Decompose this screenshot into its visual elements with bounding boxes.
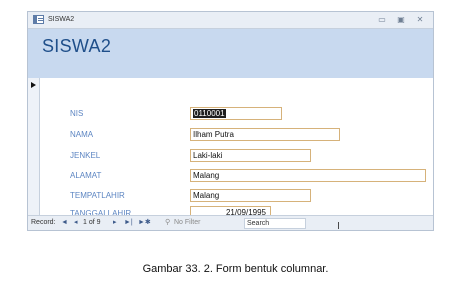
figure-caption: Gambar 33. 2. Form bentuk columnar. bbox=[142, 263, 329, 275]
form-header: SISWA2 bbox=[28, 29, 433, 78]
record-label: Record: bbox=[31, 219, 56, 226]
nama-field[interactable]: Ilham Putra bbox=[190, 128, 340, 141]
previous-record-button[interactable]: ◂ bbox=[74, 216, 78, 230]
jenkel-field[interactable]: Laki-laki bbox=[190, 149, 311, 162]
restore-icon[interactable]: ▣ bbox=[394, 14, 408, 25]
field-label-jenkel: JENKEL bbox=[70, 151, 101, 160]
no-filter-button[interactable]: No Filter bbox=[174, 216, 200, 230]
current-record-arrow-icon bbox=[31, 82, 36, 88]
window-titlebar[interactable]: SISWA2 ▭ ▣ ✕ bbox=[28, 12, 433, 29]
field-label-alamat: ALAMAT bbox=[70, 171, 102, 180]
record-position-input[interactable]: 1 of 9 bbox=[83, 216, 101, 230]
close-icon[interactable]: ✕ bbox=[413, 14, 427, 25]
window-title: SISWA2 bbox=[48, 16, 75, 23]
text-cursor-icon: Ⅰ bbox=[337, 221, 340, 232]
record-selector[interactable] bbox=[28, 78, 40, 215]
minimize-icon[interactable]: ▭ bbox=[375, 14, 389, 25]
last-record-button[interactable]: ►| bbox=[124, 216, 133, 230]
field-label-nis: NIS bbox=[70, 109, 84, 118]
new-record-button[interactable]: ►✱ bbox=[138, 216, 151, 230]
search-input[interactable]: Search bbox=[244, 218, 306, 229]
nis-field[interactable]: 0110001 bbox=[190, 107, 282, 120]
first-record-button[interactable]: ◄ bbox=[61, 216, 68, 230]
filter-icon: ⚲ bbox=[165, 219, 171, 226]
form-window: SISWA2 ▭ ▣ ✕ SISWA2 NIS 0110001 NAMA Ilh… bbox=[27, 11, 434, 231]
nis-field-value: 0110001 bbox=[193, 109, 226, 118]
form-icon bbox=[33, 15, 44, 24]
form-heading: SISWA2 bbox=[42, 36, 112, 56]
field-label-nama: NAMA bbox=[70, 130, 94, 139]
record-navigation-bar: Record: ◄ ◂ 1 of 9 ▸ ►| ►✱ ⚲ No Filter S… bbox=[28, 215, 433, 230]
form-body: NIS 0110001 NAMA Ilham Putra JENKEL Laki… bbox=[28, 78, 433, 219]
alamat-field[interactable]: Malang bbox=[190, 169, 426, 182]
tempatlahir-field[interactable]: Malang bbox=[190, 189, 311, 202]
field-label-tempatlahir: TEMPATLAHIR bbox=[70, 191, 125, 200]
next-record-button[interactable]: ▸ bbox=[113, 216, 117, 230]
